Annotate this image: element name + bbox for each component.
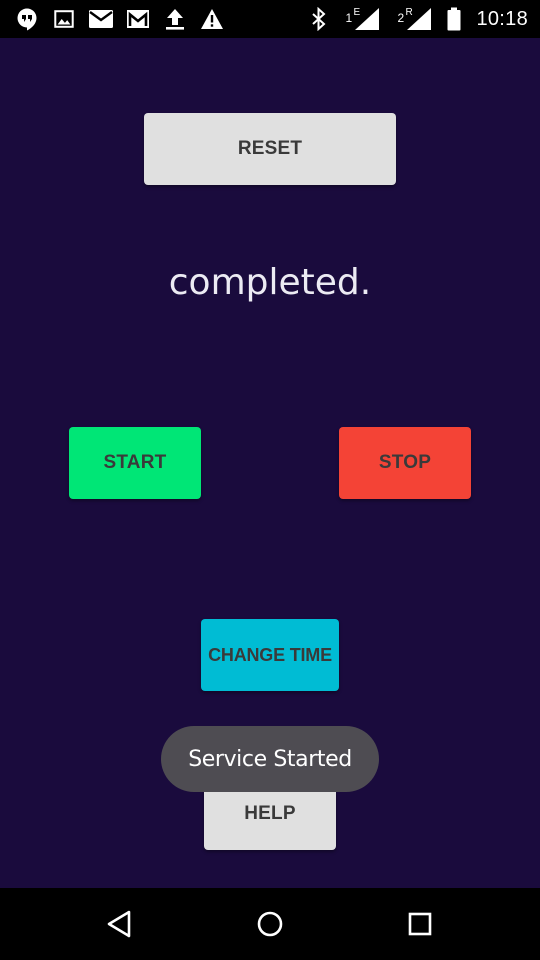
- notification-icons: [14, 0, 225, 38]
- image-icon: [51, 6, 77, 32]
- clock: 10:18: [476, 7, 528, 30]
- upload-icon: [162, 6, 188, 32]
- sim2-number: 2: [397, 11, 405, 25]
- recents-icon[interactable]: [400, 904, 440, 944]
- app-screen: RESET completed. START STOP CHANGE TIME …: [0, 38, 540, 888]
- mail-icon: [88, 6, 114, 32]
- sim1-network-type: E: [353, 7, 361, 18]
- stop-button[interactable]: STOP: [339, 427, 471, 499]
- hangouts-icon: [14, 6, 40, 32]
- start-button[interactable]: START: [69, 427, 201, 499]
- sim1-number: 1: [345, 11, 353, 25]
- battery-icon: [446, 6, 462, 32]
- warning-icon: [199, 6, 225, 32]
- gmail-icon: [125, 6, 151, 32]
- change-time-button[interactable]: CHANGE TIME: [201, 619, 339, 691]
- system-icons: 1 E 2 R 10:18: [306, 0, 528, 38]
- sim2-network-type: R: [405, 7, 413, 18]
- signal-sim1-icon: 1 E: [342, 6, 384, 32]
- home-icon[interactable]: [250, 904, 290, 944]
- status-bar: 1 E 2 R 10:18: [0, 0, 540, 38]
- timer-status-text: completed.: [168, 262, 372, 303]
- signal-sim2-icon: 2 R: [394, 6, 436, 32]
- reset-button[interactable]: RESET: [144, 113, 396, 185]
- navigation-bar: [0, 888, 540, 960]
- back-icon[interactable]: [100, 904, 140, 944]
- toast-message: Service Started: [161, 726, 379, 792]
- bluetooth-icon: [306, 6, 332, 32]
